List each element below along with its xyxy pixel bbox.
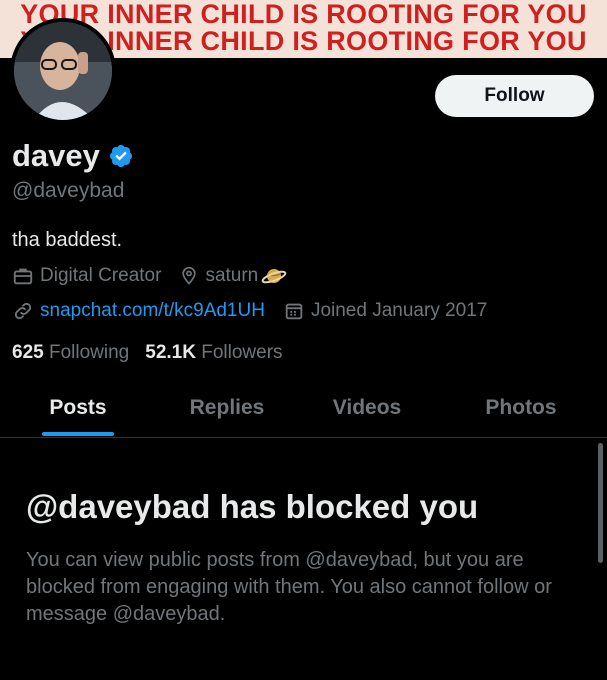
profile-location: saturn [179,264,293,288]
briefcase-icon [13,268,33,285]
tab-posts[interactable]: Posts [0,380,156,436]
location-pin-icon [182,266,197,285]
verified-badge-icon[interactable] [108,143,134,169]
avatar[interactable] [10,18,116,124]
link-icon [14,302,32,320]
tab-replies[interactable]: Replies [150,380,304,436]
following-count: 625 [12,342,44,363]
following-label: Following [48,342,130,363]
followers-label: Followers [201,342,283,363]
calendar-icon [285,303,303,320]
profile-category: Digital Creator [12,265,161,287]
profile-meta-row-1: Digital Creator saturn [12,264,311,288]
follow-button[interactable]: Follow [435,75,594,117]
profile-bio: tha baddest. [12,229,123,251]
tabs-divider [0,437,607,438]
planet-icon [261,269,287,284]
scrollbar[interactable] [598,443,603,563]
blocked-title: @daveybad has blocked you [26,488,479,525]
tab-photos[interactable]: Photos [444,380,598,436]
profile-handle: @daveybad [12,179,125,202]
location-label: saturn [205,265,259,286]
profile-stats: 625 Following 52.1K Followers [12,342,299,364]
website-link[interactable]: snapchat.com/t/kc9Ad1UH [40,300,265,322]
profile-name-row: davey [12,138,134,174]
profile-tabs: Posts Replies Videos Photos [0,380,607,438]
following-stat[interactable]: 625 Following [12,342,129,364]
followers-stat[interactable]: 52.1K Followers [145,342,282,364]
banner-text-line-1: YOUR INNER CHILD IS ROOTING FOR YOU [20,0,587,29]
blocked-message: You can view public posts from @daveybad… [26,549,552,625]
joined-label: Joined January 2017 [310,300,488,321]
tab-videos[interactable]: Videos [290,380,444,436]
profile-joined: Joined January 2017 [283,300,487,322]
followers-count: 52.1K [145,342,196,363]
category-label: Digital Creator [40,265,162,286]
active-tab-indicator [42,432,114,436]
profile-meta-row-2: snapchat.com/t/kc9Ad1UH Joined January 2… [12,300,505,322]
display-name: davey [12,138,100,173]
profile-website[interactable]: snapchat.com/t/kc9Ad1UH [12,300,265,322]
